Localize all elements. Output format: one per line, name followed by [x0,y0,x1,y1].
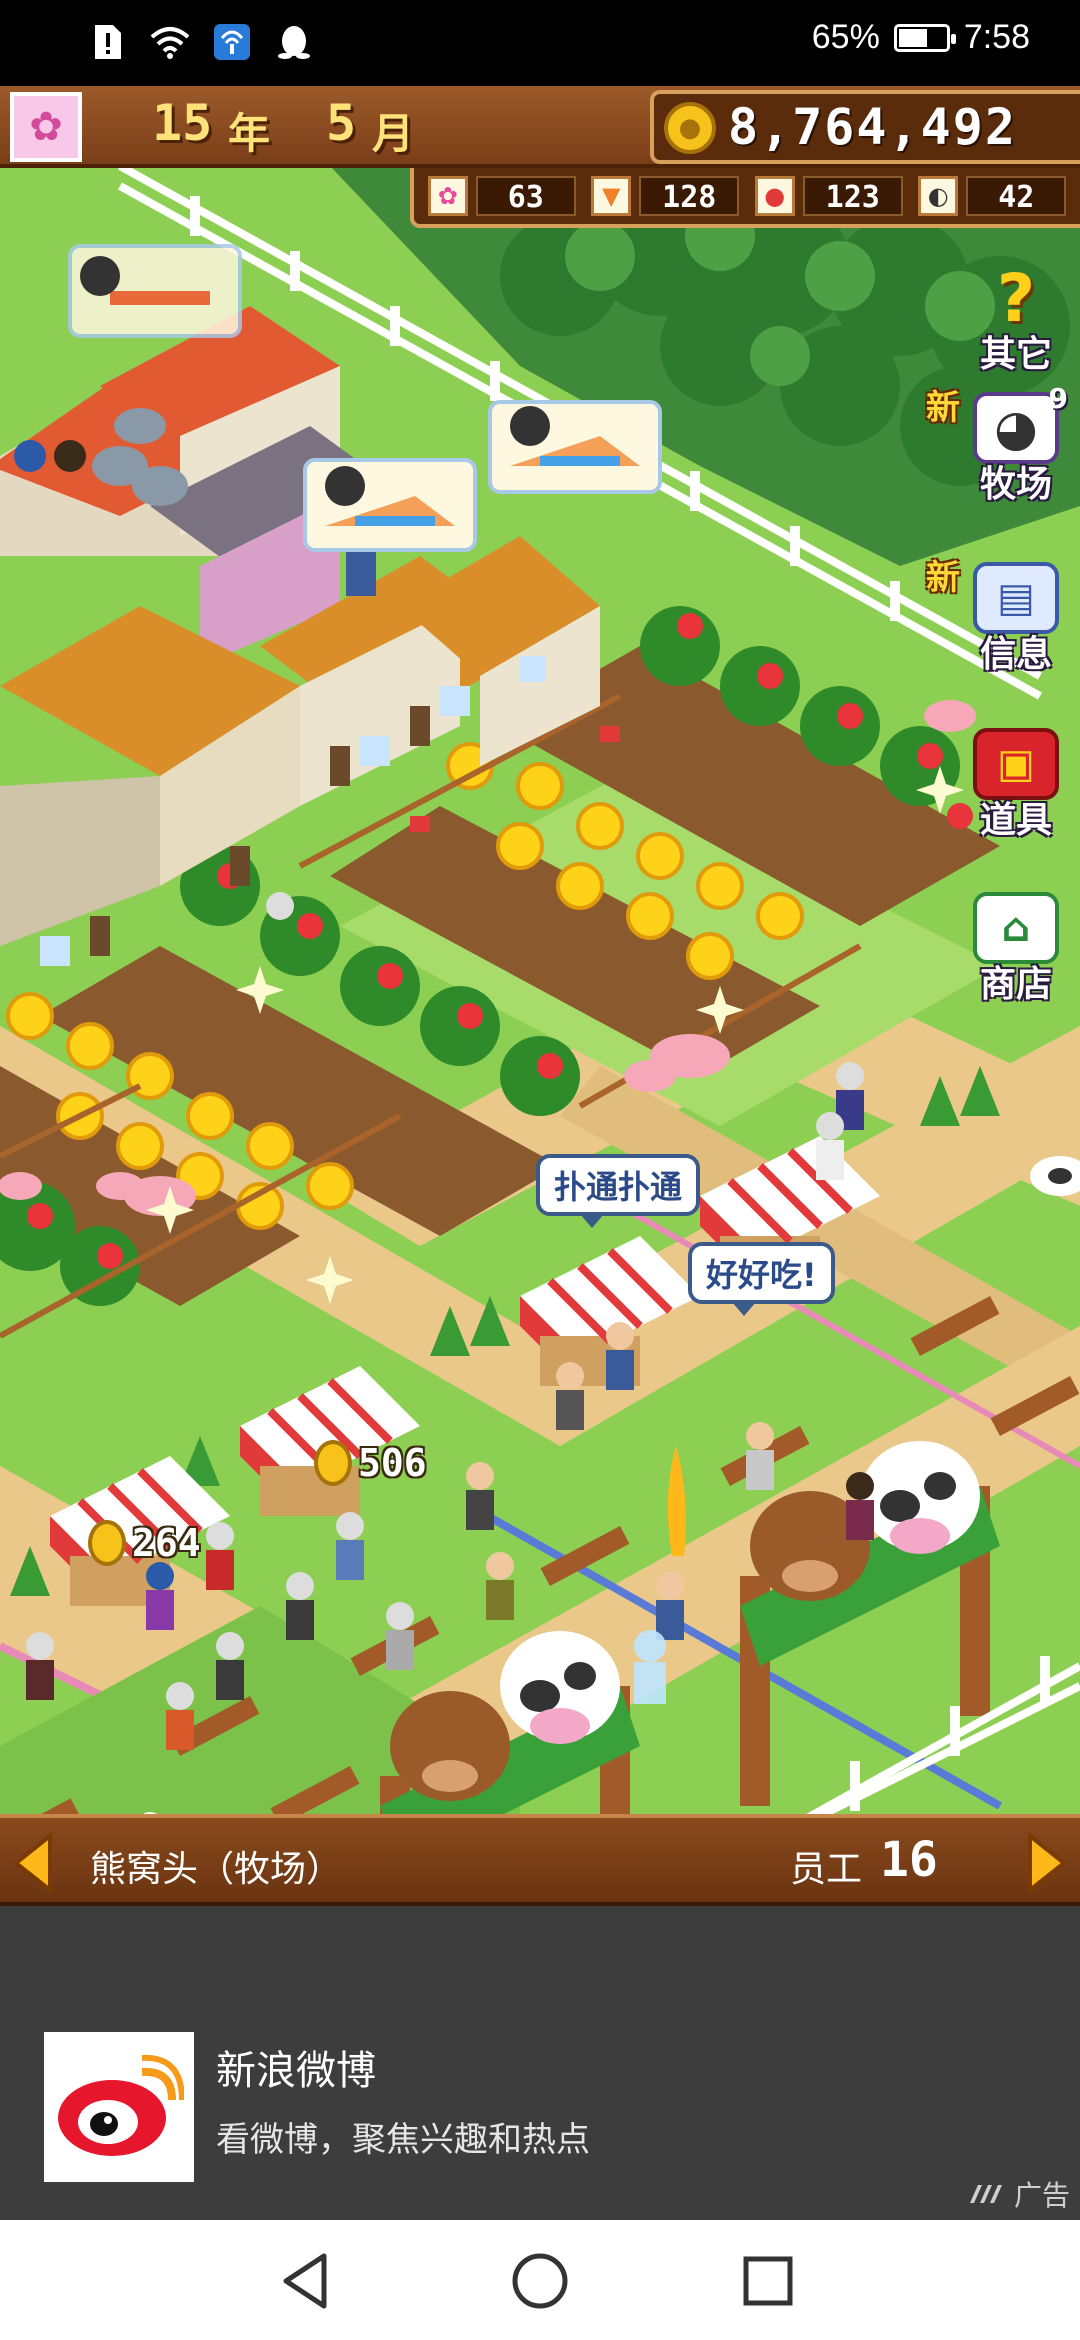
staff-count: 16 [880,1832,938,1888]
coin-popup-left: 264 [88,1520,201,1566]
battery-fill [898,28,928,47]
resource-flower: ✿ 63 [427,176,576,216]
back-triangle-icon[interactable] [272,2246,342,2316]
staff-label: 员工 [790,1849,863,1890]
resource-strawberry-value: 123 [802,176,903,216]
ad-banner[interactable]: 新浪微博 看微博，聚焦兴趣和热点 广告 [0,1996,1080,2220]
year-value: 15 [152,94,213,152]
ranch-new-badge: 新 [926,388,960,428]
ad-top-spacer [0,1906,1080,1996]
other-label: 其它 [979,334,1052,375]
money-display: ● 8,764,492 [650,90,1080,164]
coin-icon [314,1440,352,1486]
flower-icon: ✿ [427,176,468,216]
home-circle-icon[interactable] [505,2246,575,2316]
farm-info-bar: 熊窝头（牧场） 员工 16 [0,1814,1080,1906]
money-amount: 8,764,492 [728,98,1017,156]
next-farm-arrow-icon[interactable] [1024,1832,1070,1894]
ranch-label: 牧场 [979,464,1052,505]
ad-tag-text: 广告 [1013,2179,1070,2212]
wifi-icon [150,22,190,62]
resource-carrot: ▼ 128 [591,176,740,216]
status-bar: 65% 7:58 [0,0,1080,86]
month-value: 5 [326,94,357,152]
coin-popup-left-value: 264 [132,1521,201,1565]
system-nav-bar [0,2220,1080,2340]
info-new-badge: 新 [926,558,960,598]
coin-icon: ● [664,102,716,154]
shop-label: 商店 [979,964,1052,1005]
farm-name: 熊窝头（牧场） [90,1849,343,1890]
ad-title: 新浪微博 [216,2048,376,2094]
month-unit: 月 [372,109,415,158]
ad-subtitle: 看微博，聚焦兴趣和热点 [216,2120,590,2160]
delicious-speech-bubble: 好好吃! [688,1242,835,1316]
cow-icon: ◐ [918,176,959,216]
strawberry-icon: ● [754,176,795,216]
sim-alert-icon [88,22,128,62]
farm-scene[interactable] [0,86,1080,1900]
question-mark-icon: ? [996,259,1036,337]
resource-flower-value: 63 [475,176,576,216]
coin-icon [88,1520,126,1566]
heartbeat-speech-bubble: 扑通扑通 [536,1154,701,1228]
hotspot-icon [212,22,252,62]
cow-head-icon: ◕ [973,392,1059,464]
status-right: 65% 7:58 [812,18,1030,57]
game-viewport[interactable]: ✿ 15 年 5 月 ● 8,764,492 ✿ 63 ▼ 128 ● 123 … [0,86,1080,1900]
clipboard-icon: ▤ [973,562,1059,634]
battery-icon [893,23,956,52]
resource-strawberry: ● 123 [754,176,903,216]
weibo-logo-icon [44,2032,194,2182]
battery-percent: 65% [811,18,880,56]
other-button[interactable]: ? 其它 [962,256,1070,376]
carrot-icon: ▼ [591,176,632,216]
shop-storefront-icon: ⌂ [973,892,1059,964]
ranch-count-badge: 9 [1048,382,1068,415]
top-hud: ✿ 15 年 5 月 ● 8,764,492 [0,86,1080,168]
resource-cow-value: 42 [966,176,1067,216]
ad-label: 广告 [968,2174,1070,2214]
coin-popup-center: 506 [314,1440,427,1486]
ad-network-icon [969,2185,1002,2203]
shop-button[interactable]: ⌂ 商店 [962,886,1070,1006]
season-flower-icon[interactable]: ✿ [10,92,82,162]
prev-farm-arrow-icon[interactable] [10,1832,56,1894]
qq-penguin-icon [274,22,314,62]
ranch-button[interactable]: 新 9 ◕ 牧场 [926,382,1070,506]
resource-carrot-value: 128 [639,176,740,216]
year-unit: 年 [228,109,271,158]
resource-cow: ◐ 42 [918,176,1067,216]
info-button[interactable]: 新 ▤ 信息 [926,556,1070,676]
items-label: 道具 [979,800,1052,841]
treasure-chest-icon: ▣ [973,728,1059,800]
items-button[interactable]: ▣ 道具 [962,722,1070,842]
clock: 7:58 [963,18,1030,56]
info-label: 信息 [979,634,1052,675]
coin-popup-center-value: 506 [358,1441,427,1485]
resource-bar: ✿ 63 ▼ 128 ● 123 ◐ 42 [410,168,1080,228]
recents-square-icon[interactable] [733,2246,803,2316]
status-left-icons [88,22,314,62]
